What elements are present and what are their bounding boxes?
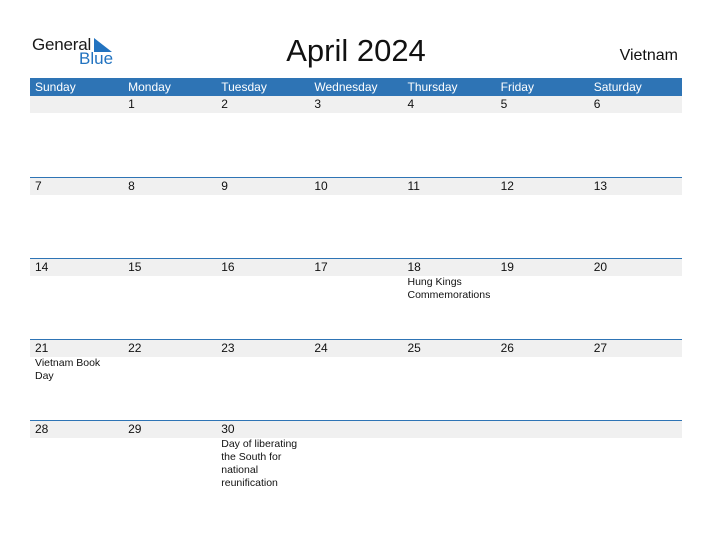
day-number-bar: 21 22 23 24 25 26 27 xyxy=(30,340,682,357)
day-number-bar: 14 15 16 17 18 19 20 xyxy=(30,259,682,276)
holiday-event xyxy=(216,276,309,302)
day-number: 12 xyxy=(500,179,514,193)
holiday-event xyxy=(309,276,402,302)
day-number: 11 xyxy=(407,179,420,193)
holiday-event xyxy=(309,438,402,490)
day-number: 17 xyxy=(314,260,328,274)
weekday-header: Sunday Monday Tuesday Wednesday Thursday… xyxy=(30,78,682,96)
holiday-event xyxy=(123,438,216,490)
holiday-event: Day of liberating the South for national… xyxy=(221,438,298,489)
day-number: 22 xyxy=(128,341,142,355)
week-row: 21 22 23 24 25 26 27 Vietnam Book Day xyxy=(30,339,682,420)
events-row: Vietnam Book Day xyxy=(30,357,682,383)
holiday-event xyxy=(496,438,589,490)
holiday-event xyxy=(123,276,216,302)
week-row: 1 2 3 4 5 6 xyxy=(30,96,682,177)
holiday-event xyxy=(496,357,589,383)
day-number xyxy=(403,421,496,438)
week-row: 14 15 16 17 18 19 20 Hung Kings Commemorations xyxy=(30,258,682,339)
day-number: 19 xyxy=(500,260,514,274)
day-number: 27 xyxy=(593,341,608,355)
day-number-bar: 28 29 30 xyxy=(30,421,682,438)
day-number: 4 xyxy=(407,97,415,111)
day-number: 28 xyxy=(35,422,49,436)
day-number: 23 xyxy=(221,341,235,355)
holiday-event: Hung Kings Commemorations xyxy=(407,276,491,301)
day-number: 2 xyxy=(221,97,228,111)
calendar-grid: Sunday Monday Tuesday Wednesday Thursday… xyxy=(30,78,682,501)
day-number: 30 xyxy=(221,422,235,436)
day-number: 6 xyxy=(593,97,601,111)
holiday-event xyxy=(216,357,309,383)
day-number: 10 xyxy=(314,179,328,193)
weekday-tuesday: Tuesday xyxy=(221,80,267,94)
holiday-event xyxy=(589,438,682,490)
day-number xyxy=(496,421,589,438)
day-number: 15 xyxy=(128,260,142,274)
day-number: 5 xyxy=(500,97,508,111)
day-number: 7 xyxy=(35,179,42,193)
holiday-event xyxy=(589,357,682,383)
day-number: 8 xyxy=(128,179,135,193)
calendar-title: April 2024 xyxy=(286,33,426,68)
day-number: 25 xyxy=(407,341,421,355)
weekday-thursday: Thursday xyxy=(407,80,458,94)
day-number: 18 xyxy=(407,260,421,274)
holiday-event xyxy=(496,276,589,302)
week-row: 28 29 30 Day of liberating the South for na… xyxy=(30,420,682,501)
day-number-bar: 1 2 3 4 5 6 xyxy=(30,96,682,113)
weekday-monday: Monday xyxy=(128,80,171,94)
weekday-friday: Friday xyxy=(500,80,534,94)
weekday-saturday: Saturday xyxy=(593,80,642,94)
holiday-event xyxy=(309,357,402,383)
holiday-event xyxy=(403,438,496,490)
day-number: 26 xyxy=(500,341,514,355)
day-number: 16 xyxy=(221,260,235,274)
day-number xyxy=(30,96,123,113)
day-number: 3 xyxy=(314,97,322,111)
week-row: 7 8 9 10 11 12 13 xyxy=(30,177,682,258)
holiday-event xyxy=(30,438,123,490)
holiday-event: Vietnam Book Day xyxy=(35,357,101,382)
day-number xyxy=(589,421,682,438)
holiday-event xyxy=(30,276,123,302)
day-number: 29 xyxy=(128,422,142,436)
day-number: 14 xyxy=(35,260,49,274)
holiday-event xyxy=(123,357,216,383)
weekday-wednesday: Wednesday xyxy=(314,80,378,94)
day-number: 24 xyxy=(314,341,328,355)
day-number: 21 xyxy=(35,341,49,355)
weekday-sunday: Sunday xyxy=(35,80,76,94)
day-number xyxy=(309,421,402,438)
country-label: Vietnam xyxy=(619,47,678,64)
day-number: 9 xyxy=(221,179,228,193)
day-number-bar: 7 8 9 10 11 12 13 xyxy=(30,178,682,195)
events-row: Hung Kings Commemorations xyxy=(30,276,682,302)
day-number: 20 xyxy=(593,260,608,274)
holiday-event xyxy=(403,357,496,383)
day-number: 1 xyxy=(128,97,135,111)
events-row: Day of liberating the South for national… xyxy=(30,438,682,490)
day-number: 13 xyxy=(593,179,608,193)
holiday-event xyxy=(589,276,682,302)
